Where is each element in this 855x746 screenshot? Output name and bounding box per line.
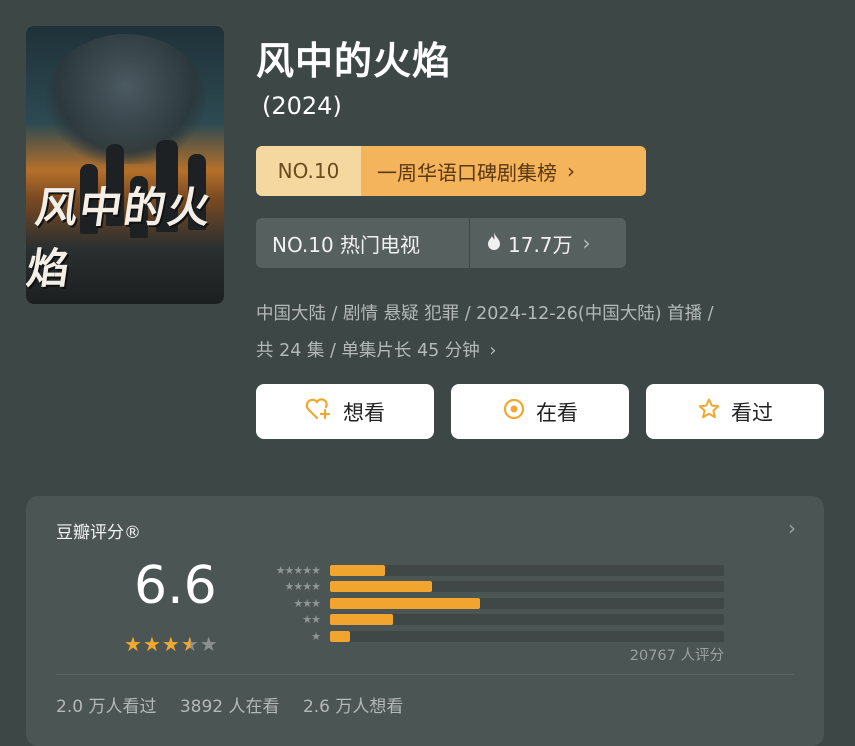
meta-line-2-wrap: 共 24 集 / 单集片长 45 分钟 › <box>256 333 841 370</box>
rating-stars: ★★★★★ <box>124 632 219 656</box>
rating-bar-fill <box>330 597 480 609</box>
show-meta[interactable]: 中国大陆 / 剧情 悬疑 犯罪 / 2024-12-26(中国大陆) 首播 / … <box>256 296 841 370</box>
weekly-rank-label-wrap: 一周华语口碑剧集榜 › <box>361 146 646 196</box>
watched-label: 看过 <box>731 400 773 425</box>
rating-star-icon: ★ <box>161 632 181 656</box>
rating-bar-row: ★★★ <box>254 595 730 612</box>
rating-bar-stars: ★★ <box>302 613 321 627</box>
hot-tv-rank-label: NO.10 热门电视 <box>256 218 470 268</box>
rating-card-title: 豆瓣评分® <box>56 523 141 543</box>
watching-label: 在看 <box>536 400 578 425</box>
show-year: (2024) <box>262 92 342 120</box>
divider <box>56 674 794 675</box>
rating-bar-fill <box>330 630 350 642</box>
poster-image[interactable]: 风中的火焰 <box>26 26 224 304</box>
rating-distribution: ★★★★★ ★★★★ ★★★ ★★ ★ <box>254 562 730 645</box>
star-outline-icon <box>697 397 731 426</box>
weekly-rank-badge[interactable]: NO.10 一周华语口碑剧集榜 › <box>256 146 646 196</box>
watched-count[interactable]: 2.0 万人看过 <box>56 697 156 717</box>
watching-button[interactable]: 在看 <box>451 384 629 439</box>
rating-bar-fill <box>330 581 433 593</box>
rating-bar-track <box>330 581 724 593</box>
meta-line-2: 共 24 集 / 单集片长 45 分钟 <box>256 341 480 361</box>
rating-star-icon: ★ <box>142 632 162 656</box>
rating-bar-track <box>330 614 724 626</box>
target-icon <box>502 397 536 426</box>
heart-plus-icon <box>305 397 343 426</box>
rating-bar-track <box>330 630 724 642</box>
watched-button[interactable]: 看过 <box>646 384 824 439</box>
rating-bar-track <box>330 597 724 609</box>
weekly-rank-label: 一周华语口碑剧集榜 <box>377 160 557 185</box>
rating-bar-stars: ★★★ <box>293 596 321 610</box>
poster-title-art: 风中的火焰 <box>26 183 216 293</box>
heat-count: 17.7万 <box>508 232 573 257</box>
watch-stats: 2.0 万人看过 3892 人在看 2.6 万人想看 <box>56 692 421 717</box>
watching-count[interactable]: 3892 人在看 <box>180 697 280 717</box>
rating-bar-row: ★★★★ <box>254 579 730 596</box>
chevron-right-icon[interactable]: › <box>788 516 796 540</box>
rating-star-icon: ★ <box>199 632 219 656</box>
rating-score: 6.6 <box>134 556 217 616</box>
rating-bar-stars: ★★★★★ <box>275 563 321 577</box>
rating-bar-stars: ★★★★ <box>284 580 321 594</box>
rating-bar-track <box>330 564 724 576</box>
poster-head-silhouette <box>46 34 206 164</box>
rating-star-icon: ★ <box>180 632 200 656</box>
rating-count: 20767 人评分 <box>629 648 724 664</box>
rating-bar-fill <box>330 614 394 626</box>
want-to-watch-button[interactable]: 想看 <box>256 384 434 439</box>
rating-card[interactable]: 豆瓣评分® › 6.6 ★★★★★ ★★★★★ ★★★★ ★★★ ★★ ★ 20767 … <box>26 496 824 746</box>
rating-bar-row: ★★★★★ <box>254 562 730 579</box>
rating-bar-stars: ★ <box>311 629 321 643</box>
want-count[interactable]: 2.6 万人想看 <box>303 697 403 717</box>
flame-icon <box>486 231 502 256</box>
chevron-right-icon: › <box>582 231 591 255</box>
chevron-right-icon: › <box>567 159 575 183</box>
rating-bar-row: ★ <box>254 628 730 645</box>
weekly-rank-number: NO.10 <box>256 146 361 196</box>
hot-tv-rank-badge[interactable]: NO.10 热门电视 17.7万 › <box>256 218 626 268</box>
meta-line-1: 中国大陆 / 剧情 悬疑 犯罪 / 2024-12-26(中国大陆) 首播 / <box>256 304 714 324</box>
rating-bar-row: ★★ <box>254 612 730 629</box>
rating-bar-fill <box>330 564 386 576</box>
want-to-watch-label: 想看 <box>343 400 385 425</box>
heat-count-wrap: 17.7万 › <box>470 218 626 268</box>
chevron-right-icon: › <box>489 341 497 361</box>
show-title: 风中的火焰 <box>256 39 452 83</box>
rating-star-icon: ★ <box>124 632 143 656</box>
